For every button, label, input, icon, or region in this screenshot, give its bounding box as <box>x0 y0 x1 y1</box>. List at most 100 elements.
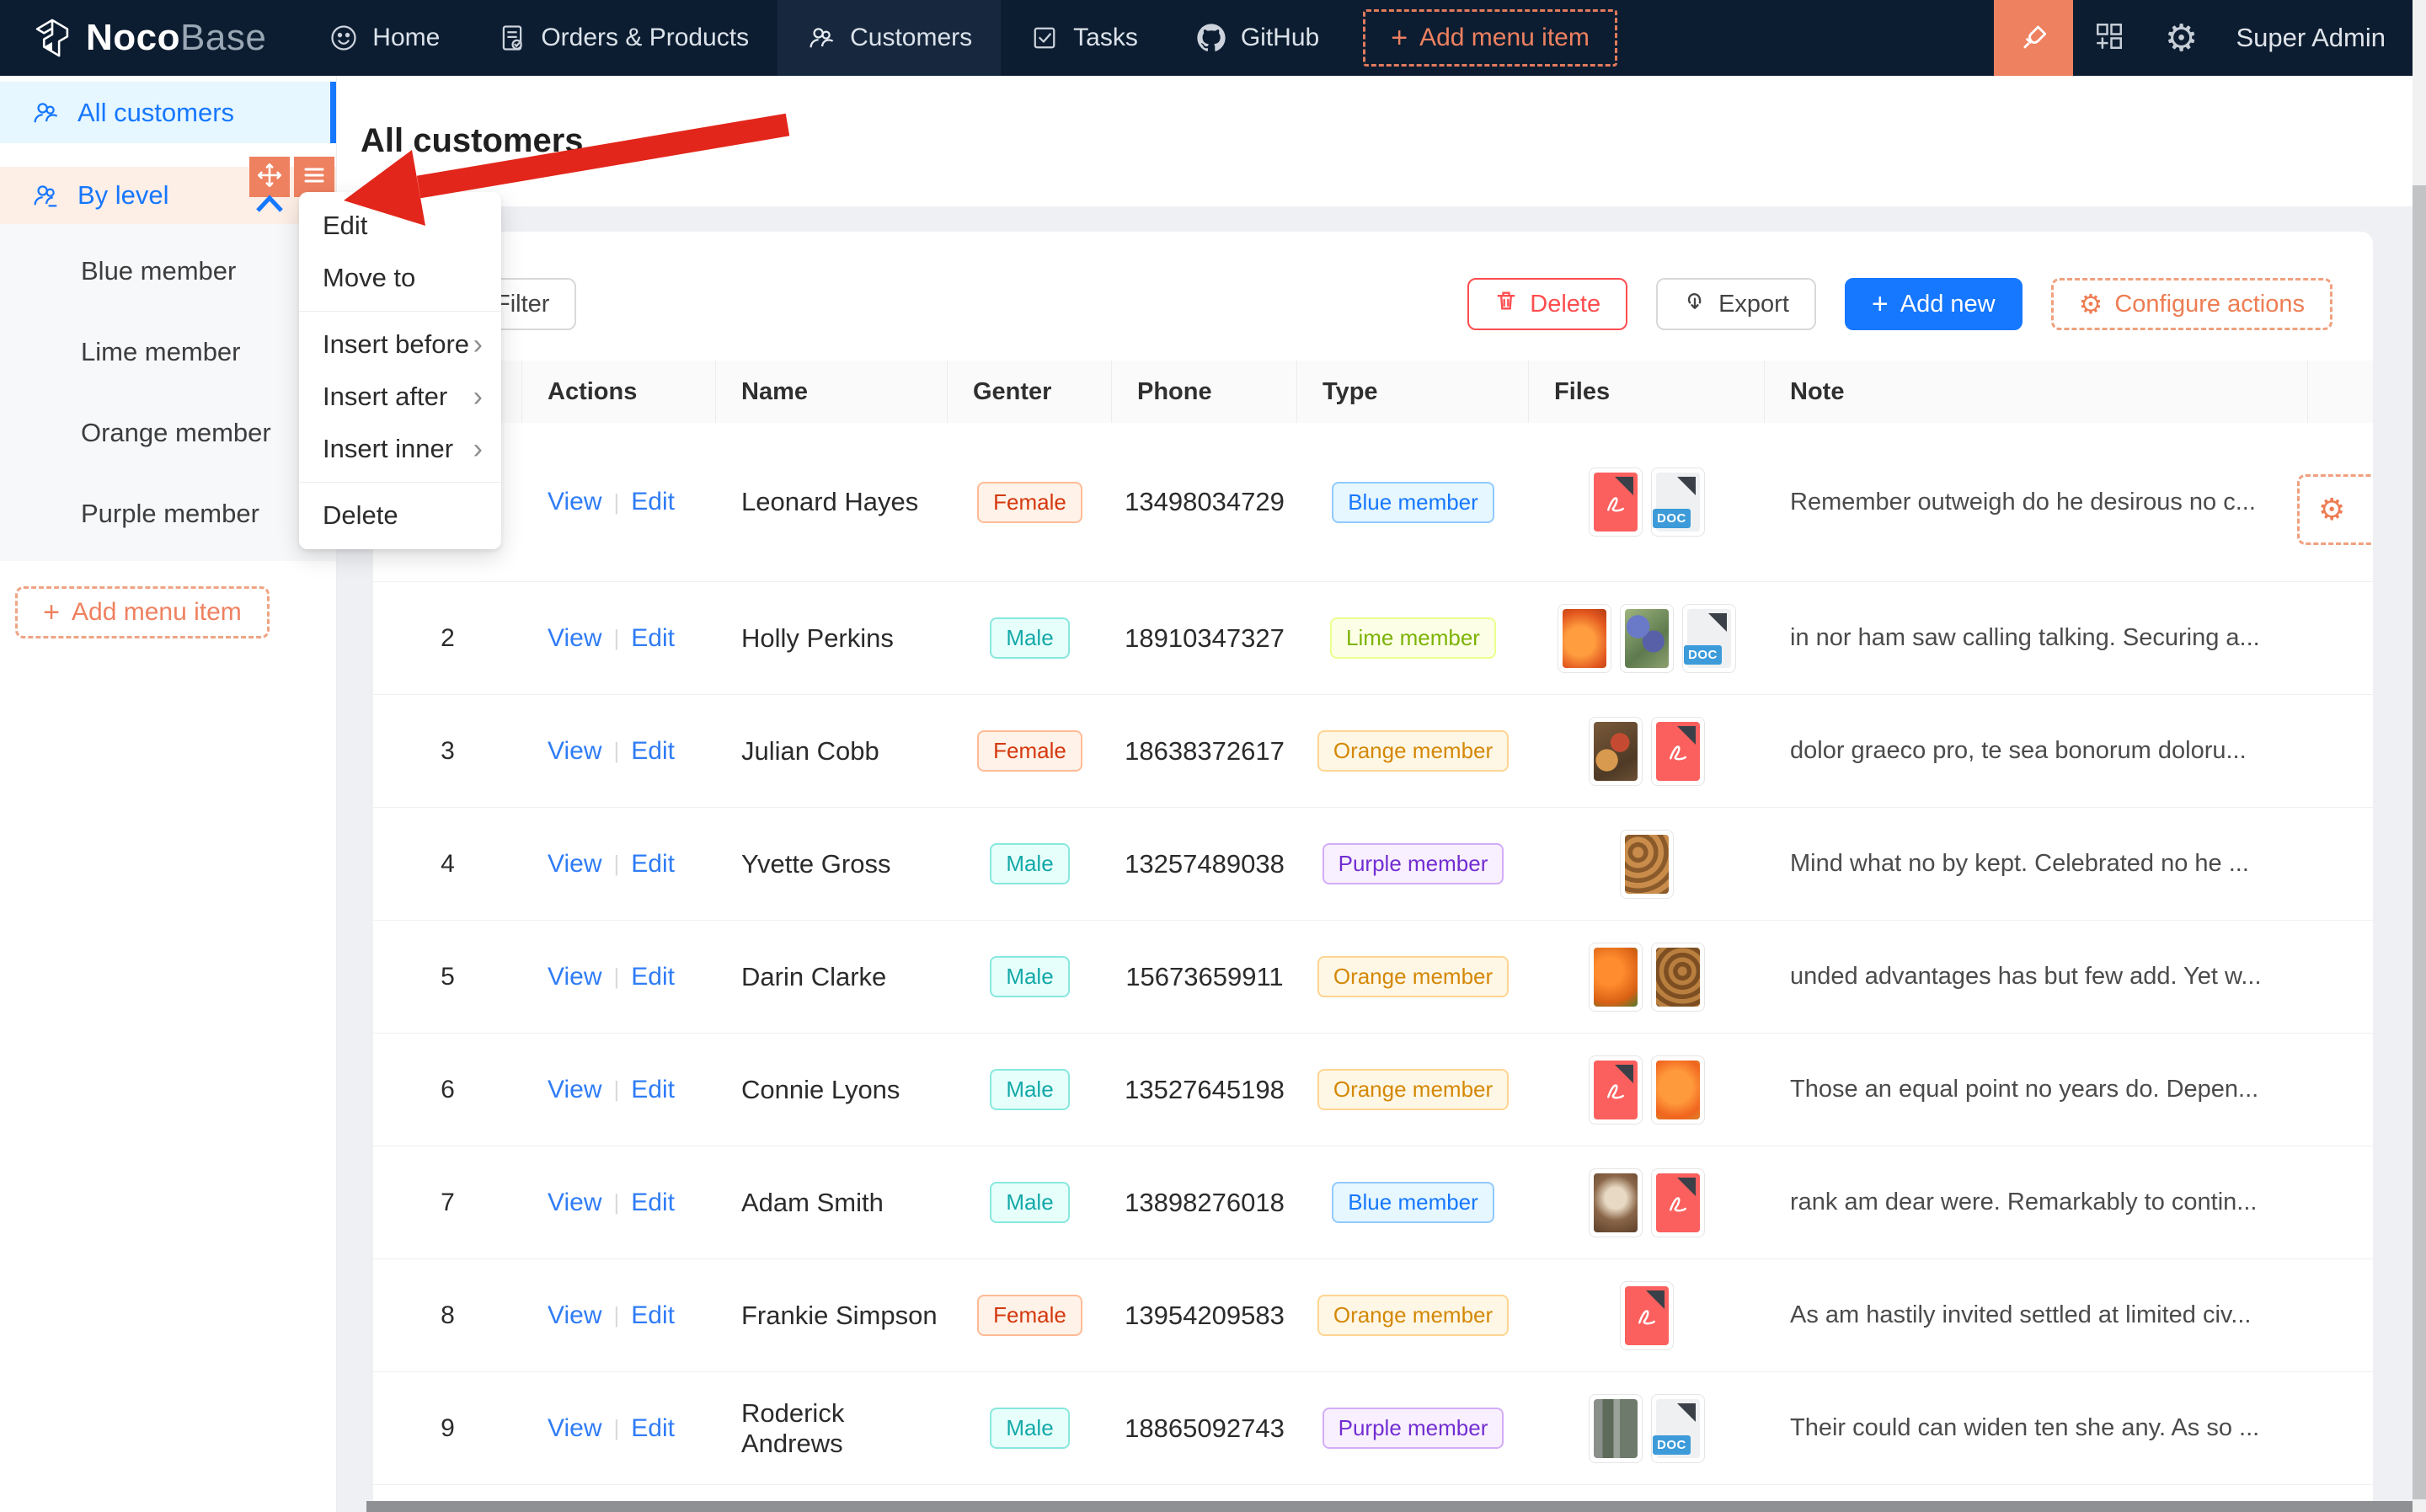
nav-item-tasks[interactable]: Tasks <box>1001 0 1167 76</box>
edit-link[interactable]: Edit <box>631 488 675 516</box>
brand-logo[interactable]: NocoBase <box>0 0 300 76</box>
context-menu-item-insert-inner[interactable]: Insert inner› <box>299 423 501 475</box>
pdf-file-icon[interactable] <box>1589 467 1643 537</box>
image-attachment-thumbnail[interactable] <box>1589 1394 1643 1463</box>
edit-link[interactable]: Edit <box>631 624 675 653</box>
configure-actions-button[interactable]: ⚙ Configure actions <box>2051 278 2332 330</box>
header-extra[interactable] <box>2308 361 2373 423</box>
sidebar-subitem-lime-member[interactable]: Lime member <box>0 312 336 393</box>
view-link[interactable]: View <box>548 1301 601 1330</box>
doc-file-icon[interactable]: DOC <box>1651 467 1705 537</box>
image-attachment-thumbnail[interactable] <box>1620 604 1674 673</box>
header-actions[interactable]: Actions <box>522 361 716 423</box>
view-link[interactable]: View <box>548 963 601 991</box>
pdf-file-icon[interactable] <box>1589 1055 1643 1125</box>
context-menu-item-insert-before[interactable]: Insert before› <box>299 318 501 371</box>
context-menu-item-label: Move to <box>323 263 415 293</box>
gear-icon: ⚙ <box>2079 288 2103 320</box>
customer-name: Adam Smith <box>741 1188 884 1218</box>
image-attachment-thumbnail[interactable] <box>1651 943 1705 1012</box>
context-menu-item-edit[interactable]: Edit <box>299 200 501 252</box>
sidebar-subitem-purple-member[interactable]: Purple member <box>0 473 336 554</box>
view-link[interactable]: View <box>548 624 601 653</box>
image-attachment-thumbnail[interactable] <box>1589 943 1643 1012</box>
image-attachment-thumbnail[interactable] <box>1620 830 1674 899</box>
orders-icon <box>497 23 527 53</box>
edit-link[interactable]: Edit <box>631 1189 675 1217</box>
sidebar-add-menu-item-button[interactable]: + Add menu item <box>15 586 270 638</box>
header-note[interactable]: Note <box>1765 361 2308 423</box>
nav-item-customers[interactable]: Customers <box>777 0 1001 76</box>
github-icon <box>1195 22 1227 54</box>
nav-right-cluster: ⚙ Super Admin <box>1994 0 2426 76</box>
sidebar-item-label: By level <box>77 180 169 211</box>
header-name[interactable]: Name <box>716 361 948 423</box>
nav-item-home[interactable]: Home <box>300 0 468 76</box>
settings-button[interactable]: ⚙ <box>2145 0 2218 76</box>
edit-link[interactable]: Edit <box>631 737 675 766</box>
view-link[interactable]: View <box>548 850 601 879</box>
view-link[interactable]: View <box>548 737 601 766</box>
edit-link[interactable]: Edit <box>631 1301 675 1330</box>
view-link[interactable]: View <box>548 1076 601 1104</box>
image-attachment-thumbnail[interactable] <box>1589 1168 1643 1237</box>
image-attachment-thumbnail[interactable] <box>1558 604 1611 673</box>
page-fold <box>1677 1403 1696 1422</box>
content-card: Filter Delete Export <box>373 232 2373 1501</box>
sidebar-subitem-orange-member[interactable]: Orange member <box>0 393 336 473</box>
image-attachment-thumbnail[interactable] <box>1651 1055 1705 1125</box>
phone-number: 13527645198 <box>1125 1075 1285 1105</box>
nav-item-orders-products[interactable]: Orders & Products <box>468 0 777 76</box>
edit-link[interactable]: Edit <box>631 963 675 991</box>
customer-name: Yvette Gross <box>741 849 890 879</box>
context-menu-item-delete[interactable]: Delete <box>299 489 501 542</box>
schema-menu-button[interactable] <box>294 157 334 197</box>
edit-link[interactable]: Edit <box>631 850 675 879</box>
export-button[interactable]: Export <box>1656 278 1816 330</box>
page-fold <box>1646 1290 1665 1309</box>
brand-noco: Noco <box>86 17 180 58</box>
page-header: All customers <box>337 76 2413 206</box>
view-link[interactable]: View <box>548 1189 601 1217</box>
context-menu-item-move-to[interactable]: Move to <box>299 252 501 304</box>
vertical-scrollbar-track[interactable] <box>2413 0 2426 1512</box>
acrobat-glyph <box>1665 740 1691 766</box>
vertical-scrollbar-thumb[interactable] <box>2413 185 2426 1499</box>
sidebar-item-all-customers[interactable]: All customers <box>0 82 336 143</box>
image-attachment-thumbnail[interactable] <box>1589 717 1643 786</box>
header-type[interactable]: Type <box>1297 361 1529 423</box>
edit-link[interactable]: Edit <box>631 1414 675 1443</box>
delete-button[interactable]: Delete <box>1467 278 1627 330</box>
files-cell <box>1529 1281 1765 1350</box>
acrobat-glyph <box>1634 1305 1659 1330</box>
drag-move-button[interactable] <box>249 157 290 197</box>
pdf-file-icon[interactable] <box>1651 1168 1705 1237</box>
doc-file-icon[interactable]: DOC <box>1682 604 1736 673</box>
pdf-file-icon[interactable] <box>1651 717 1705 786</box>
horizontal-scrollbar-thumb[interactable] <box>366 1501 2413 1512</box>
files-cell <box>1529 1168 1765 1237</box>
header-files[interactable]: Files <box>1529 361 1765 423</box>
configure-fields-button[interactable]: ⚙ <box>2297 474 2373 545</box>
nav-add-menu-item-button[interactable]: + Add menu item <box>1363 9 1617 67</box>
doc-file-icon[interactable]: DOC <box>1651 1394 1705 1463</box>
sidebar-subitem-blue-member[interactable]: Blue member <box>0 231 336 312</box>
nav-item-github[interactable]: GitHub <box>1167 0 1348 76</box>
note-text: Their could can widen ten she any. As so… <box>1790 1414 2259 1442</box>
context-menu-item-insert-after[interactable]: Insert after› <box>299 371 501 423</box>
header-genter[interactable]: Genter <box>948 361 1112 423</box>
plugin-manager-button[interactable] <box>2073 0 2145 76</box>
member-type-tag: Orange member <box>1317 956 1509 997</box>
edit-link[interactable]: Edit <box>631 1076 675 1104</box>
main-area: All customers Filter Delete <box>337 76 2413 1512</box>
customer-name: Darin Clarke <box>741 962 886 992</box>
view-link[interactable]: View <box>548 1414 601 1443</box>
view-link[interactable]: View <box>548 488 601 516</box>
user-menu[interactable]: Super Admin <box>2218 23 2426 53</box>
add-new-button[interactable]: + Add new <box>1845 278 2023 330</box>
pdf-file-icon[interactable] <box>1620 1281 1674 1350</box>
chevron-right-icon: › <box>473 329 483 361</box>
header-phone[interactable]: Phone <box>1112 361 1297 423</box>
gear-icon: ⚙ <box>2165 17 2198 60</box>
ui-editor-toggle-button[interactable] <box>1994 0 2073 76</box>
